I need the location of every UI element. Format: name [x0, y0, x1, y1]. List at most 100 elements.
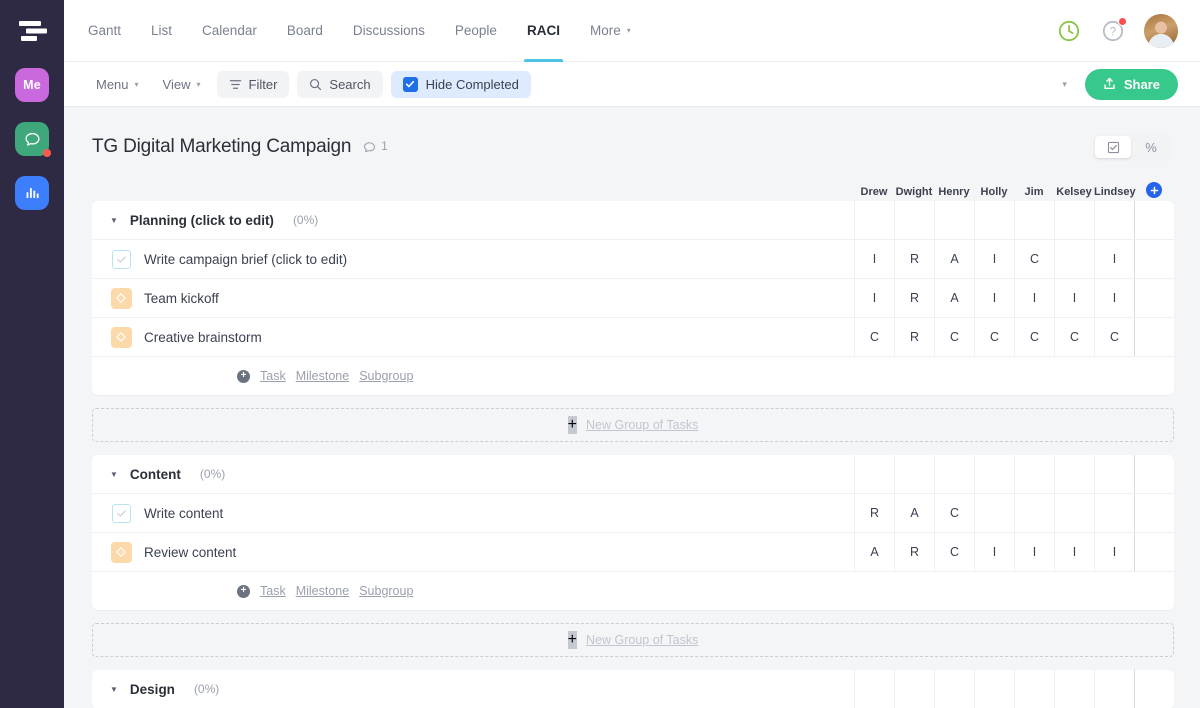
column-header-henry[interactable]: Henry: [934, 186, 974, 201]
raci-cell[interactable]: R: [894, 279, 934, 317]
toolbar-overflow-chevron[interactable]: ▾: [1052, 73, 1077, 96]
column-header-kelsey[interactable]: Kelsey: [1054, 186, 1094, 201]
milestone-diamond-icon[interactable]: [110, 541, 132, 563]
table-row[interactable]: Write campaign brief (click to edit) I R…: [92, 240, 1174, 279]
raci-cell[interactable]: C: [934, 318, 974, 356]
group-header-row[interactable]: ▼ Design (0%): [92, 670, 1174, 708]
group-cell[interactable]: [854, 201, 894, 239]
group-name[interactable]: Planning (click to edit): [130, 213, 274, 228]
raci-cell[interactable]: A: [894, 494, 934, 532]
raci-cell[interactable]: C: [1054, 318, 1094, 356]
raci-cell[interactable]: A: [934, 240, 974, 278]
hide-completed-checkbox[interactable]: [403, 77, 418, 92]
raci-cell[interactable]: R: [894, 240, 934, 278]
raci-cell-extra[interactable]: [1134, 279, 1174, 317]
menu-dropdown[interactable]: Menu ▾: [88, 71, 147, 98]
tab-list[interactable]: List: [136, 0, 187, 62]
raci-cell[interactable]: C: [1014, 318, 1054, 356]
table-row[interactable]: Creative brainstorm C R C C C C C: [92, 318, 1174, 357]
group-name[interactable]: Content: [130, 467, 181, 482]
chevron-down-icon[interactable]: ▼: [110, 470, 118, 479]
raci-cell[interactable]: C: [934, 494, 974, 532]
raci-cell[interactable]: R: [894, 318, 934, 356]
raci-cell[interactable]: C: [934, 533, 974, 571]
raci-cell[interactable]: I: [1054, 533, 1094, 571]
tab-raci[interactable]: RACI: [512, 0, 575, 62]
group-cell[interactable]: [934, 201, 974, 239]
table-row[interactable]: Team kickoff I R A I I I I: [92, 279, 1174, 318]
column-header-drew[interactable]: Drew: [854, 186, 894, 201]
task-name[interactable]: Write campaign brief (click to edit): [144, 252, 347, 267]
raci-cell[interactable]: I: [974, 279, 1014, 317]
group-cell[interactable]: [1054, 201, 1094, 239]
raci-cell-extra[interactable]: [1134, 318, 1174, 356]
plus-icon[interactable]: +: [237, 585, 250, 598]
table-row[interactable]: Review content A R C I I I I: [92, 533, 1174, 572]
task-checkbox-icon[interactable]: [110, 248, 132, 270]
raci-cell[interactable]: A: [854, 533, 894, 571]
time-tracking-icon[interactable]: [1056, 18, 1082, 44]
group-cell-extra[interactable]: [1134, 670, 1174, 708]
comment-count[interactable]: 1: [363, 141, 387, 154]
raci-cell[interactable]: R: [894, 533, 934, 571]
raci-cell[interactable]: [1014, 494, 1054, 532]
raci-cell[interactable]: C: [854, 318, 894, 356]
tab-gantt[interactable]: Gantt: [88, 0, 136, 62]
share-button[interactable]: Share: [1085, 69, 1178, 100]
tab-more[interactable]: More ▾: [575, 0, 646, 62]
new-group-of-tasks-button[interactable]: + New Group of Tasks: [92, 408, 1174, 442]
column-header-lindsey[interactable]: Lindsey: [1094, 186, 1134, 201]
search-button[interactable]: Search: [297, 71, 382, 98]
group-cell[interactable]: [1094, 670, 1134, 708]
add-column-button[interactable]: [1146, 182, 1162, 198]
add-subgroup-link[interactable]: Subgroup: [359, 369, 413, 383]
group-cell-extra[interactable]: [1134, 455, 1174, 493]
column-header-jim[interactable]: Jim: [1014, 186, 1054, 201]
dashboard-button[interactable]: [15, 176, 49, 210]
group-cell[interactable]: [974, 670, 1014, 708]
checkbox-view-button[interactable]: [1095, 136, 1131, 158]
raci-cell[interactable]: I: [1054, 279, 1094, 317]
raci-cell[interactable]: I: [854, 240, 894, 278]
tab-people[interactable]: People: [440, 0, 512, 62]
group-cell[interactable]: [854, 670, 894, 708]
add-task-link[interactable]: Task: [260, 369, 286, 383]
group-cell[interactable]: [1014, 455, 1054, 493]
group-cell[interactable]: [1014, 201, 1054, 239]
task-name[interactable]: Review content: [144, 545, 236, 560]
group-cell[interactable]: [894, 670, 934, 708]
add-subgroup-link[interactable]: Subgroup: [359, 584, 413, 598]
group-cell[interactable]: [1094, 455, 1134, 493]
group-cell[interactable]: [894, 201, 934, 239]
group-cell[interactable]: [854, 455, 894, 493]
group-cell[interactable]: [1054, 455, 1094, 493]
chevron-down-icon[interactable]: ▼: [110, 216, 118, 225]
task-checkbox-icon[interactable]: [110, 502, 132, 524]
raci-cell-extra[interactable]: [1134, 494, 1174, 532]
group-header-row[interactable]: ▼ Planning (click to edit) (0%): [92, 201, 1174, 240]
raci-cell[interactable]: I: [974, 533, 1014, 571]
raci-cell[interactable]: R: [854, 494, 894, 532]
hide-completed-toggle[interactable]: Hide Completed: [391, 71, 531, 98]
raci-cell-extra[interactable]: [1134, 240, 1174, 278]
group-cell[interactable]: [1094, 201, 1134, 239]
group-cell[interactable]: [934, 455, 974, 493]
group-cell[interactable]: [1014, 670, 1054, 708]
raci-cell[interactable]: I: [974, 240, 1014, 278]
raci-cell[interactable]: I: [1094, 533, 1134, 571]
chat-button[interactable]: [15, 122, 49, 156]
column-header-holly[interactable]: Holly: [974, 186, 1014, 201]
raci-cell[interactable]: [1094, 494, 1134, 532]
task-name[interactable]: Team kickoff: [144, 291, 219, 306]
raci-cell[interactable]: I: [1094, 240, 1134, 278]
me-avatar-button[interactable]: Me: [15, 68, 49, 102]
add-milestone-link[interactable]: Milestone: [296, 369, 350, 383]
new-group-of-tasks-button[interactable]: + New Group of Tasks: [92, 623, 1174, 657]
tab-discussions[interactable]: Discussions: [338, 0, 440, 62]
task-name[interactable]: Write content: [144, 506, 223, 521]
group-name[interactable]: Design: [130, 682, 175, 697]
plus-icon[interactable]: +: [237, 370, 250, 383]
group-cell[interactable]: [974, 201, 1014, 239]
group-cell[interactable]: [894, 455, 934, 493]
milestone-diamond-icon[interactable]: [110, 287, 132, 309]
